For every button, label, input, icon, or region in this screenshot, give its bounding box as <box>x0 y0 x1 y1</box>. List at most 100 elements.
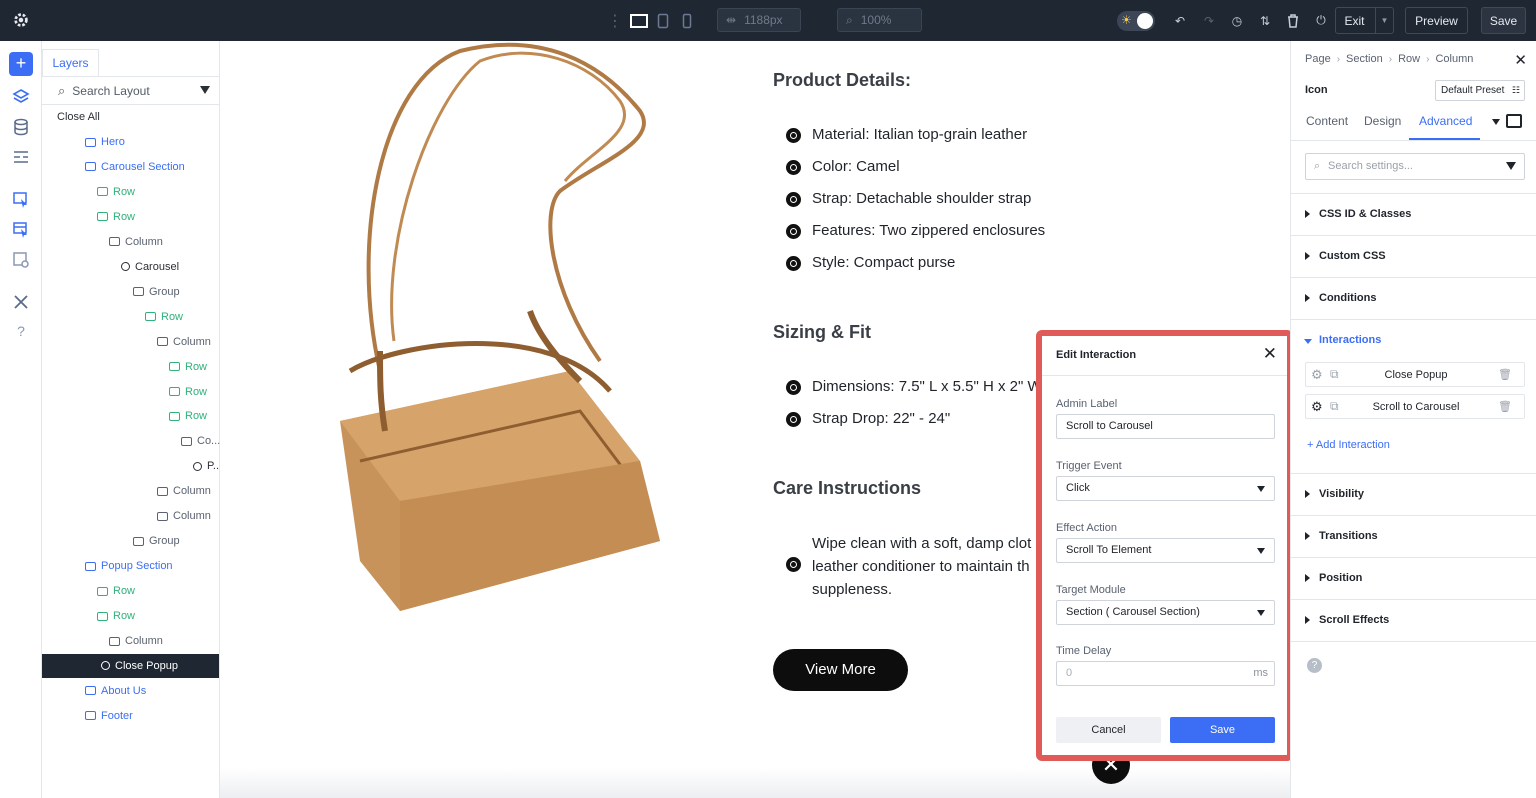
desktop-view-icon[interactable] <box>630 12 648 30</box>
breadcrumb-section[interactable]: Section <box>1346 53 1383 65</box>
accordion-position[interactable]: Position <box>1291 557 1536 599</box>
time-delay-input[interactable]: 0 ms <box>1056 661 1275 686</box>
accordion-custom-css[interactable]: Custom CSS <box>1291 235 1536 277</box>
layer-item-column[interactable]: Group <box>133 529 180 553</box>
zoom-field[interactable]: ⌕ 100% <box>837 8 922 32</box>
layer-item-section[interactable]: About Us <box>85 679 146 703</box>
layer-item-label: Row <box>161 310 184 323</box>
chevron-down-icon <box>1257 548 1265 554</box>
close-icon[interactable]: ✕ <box>1514 51 1527 69</box>
sort-arrows-icon[interactable]: ⇅ <box>1256 12 1274 30</box>
preview-button[interactable]: Preview <box>1405 7 1468 34</box>
redo-icon[interactable]: ↷ <box>1200 12 1218 30</box>
cancel-button[interactable]: Cancel <box>1056 717 1161 743</box>
layout-list-icon[interactable] <box>12 148 30 166</box>
tab-design[interactable]: Design <box>1364 114 1401 128</box>
layer-item-label: Row <box>185 385 208 398</box>
tabs-dropdown-icon[interactable] <box>1492 119 1500 125</box>
layer-item-module[interactable]: Close Popup <box>42 653 219 678</box>
layer-item-row[interactable]: Row <box>97 604 135 628</box>
layer-item-module[interactable]: Carousel <box>121 255 179 279</box>
phone-view-icon[interactable] <box>678 12 696 30</box>
module-settings-icon[interactable] <box>12 251 30 269</box>
power-icon[interactable]: ⏻ <box>1312 12 1330 30</box>
theme-toggle[interactable]: ☀ <box>1117 10 1155 31</box>
layers-tab[interactable]: Layers <box>42 49 99 76</box>
modal-header: Edit Interaction ✕ <box>1042 336 1287 376</box>
layer-item-row[interactable]: Row <box>169 355 207 379</box>
interaction-item[interactable]: ⚙ ⧉ Close Popup 🗑 <box>1305 362 1525 387</box>
layer-item-column[interactable]: Column <box>109 230 163 254</box>
effect-action-select[interactable]: Scroll To Element <box>1056 538 1275 563</box>
list-item: Dimensions: 7.5" L x 5.5" H x 2" W <box>786 378 1042 395</box>
trigger-event-select[interactable]: Click <box>1056 476 1275 501</box>
save-interaction-button[interactable]: Save <box>1170 717 1275 743</box>
drag-handle-icon[interactable]: ⋮ <box>607 12 623 30</box>
panel-toggle-icon[interactable] <box>1506 114 1522 128</box>
layer-item-row[interactable]: Row <box>169 380 207 404</box>
view-more-button[interactable]: View More <box>773 649 908 691</box>
layer-item-column[interactable]: Column <box>157 504 211 528</box>
tab-content[interactable]: Content <box>1306 114 1348 128</box>
layer-item-column[interactable]: Column <box>157 330 211 354</box>
layer-item-section[interactable]: Carousel Section <box>85 155 185 179</box>
add-interaction-button[interactable]: + Add Interaction <box>1307 439 1390 451</box>
canvas-width-field[interactable]: ⇹ 1188px <box>717 8 801 32</box>
accordion-css-id-classes[interactable]: CSS ID & Classes <box>1291 193 1536 235</box>
list-item: Strap: Detachable shoulder strap <box>786 190 1031 207</box>
interaction-item[interactable]: ⚙ ⧉ Scroll to Carousel 🗑 <box>1305 394 1525 419</box>
help-icon[interactable]: ? <box>1307 658 1322 673</box>
exit-dropdown-chevron-icon[interactable]: ▼ <box>1375 8 1393 33</box>
save-button[interactable]: Save <box>1481 7 1526 34</box>
accordion-visibility[interactable]: Visibility <box>1291 473 1536 515</box>
layout-cursor-icon[interactable] <box>12 221 30 239</box>
caret-icon <box>1305 252 1310 260</box>
trash-icon[interactable] <box>1284 12 1302 30</box>
filter-icon[interactable] <box>1506 162 1516 170</box>
layer-item-section[interactable]: Hero <box>85 130 125 154</box>
layer-item-row[interactable]: Row <box>169 404 207 428</box>
layer-item-row[interactable]: Row <box>97 205 135 229</box>
layer-item-module[interactable]: P... <box>193 454 222 478</box>
exit-button[interactable]: Exit ▼ <box>1335 7 1394 34</box>
cursor-select-icon[interactable] <box>12 191 30 209</box>
layer-item-column[interactable]: Column <box>109 629 163 653</box>
layer-item-section[interactable]: Footer <box>85 704 133 728</box>
layer-item-section[interactable]: Popup Section <box>85 554 173 578</box>
accordion-scroll-effects[interactable]: Scroll Effects <box>1291 599 1536 641</box>
history-icon[interactable]: ◷ <box>1228 12 1246 30</box>
breadcrumb-row[interactable]: Row <box>1398 53 1420 65</box>
layers-search-field[interactable]: ⌕ Search Layout <box>42 77 220 105</box>
accordion-conditions[interactable]: Conditions <box>1291 277 1536 319</box>
close-all-button[interactable]: Close All <box>57 111 100 123</box>
filter-icon[interactable] <box>200 86 210 94</box>
trigger-event-label: Trigger Event <box>1056 460 1122 472</box>
layers-stack-icon[interactable] <box>12 88 30 106</box>
tools-icon[interactable] <box>12 293 30 311</box>
tablet-view-icon[interactable] <box>654 12 672 30</box>
undo-icon[interactable]: ↶ <box>1171 12 1189 30</box>
trash-icon[interactable]: 🗑 <box>1498 368 1512 381</box>
layer-item-column[interactable]: Group <box>133 280 180 304</box>
close-icon[interactable]: ✕ <box>1263 344 1277 364</box>
settings-gear-icon[interactable] <box>12 11 30 29</box>
tab-advanced[interactable]: Advanced <box>1419 114 1472 128</box>
add-plus-icon[interactable]: + <box>9 52 33 76</box>
breadcrumb-column[interactable]: Column <box>1435 53 1473 65</box>
layer-item-column[interactable]: Column <box>157 479 211 503</box>
care-heading: Care Instructions <box>773 478 922 498</box>
target-module-value: Section ( Carousel Section) <box>1066 606 1200 618</box>
breadcrumb-page[interactable]: Page <box>1305 53 1331 65</box>
trash-icon[interactable]: 🗑 <box>1498 400 1512 413</box>
layer-item-row[interactable]: Row <box>145 305 183 329</box>
database-icon[interactable] <box>12 118 30 136</box>
layer-item-row[interactable]: Row <box>97 180 135 204</box>
preset-select[interactable]: Default Preset ☷ <box>1435 80 1525 101</box>
settings-search-input[interactable]: ⌕ Search settings... <box>1305 153 1525 180</box>
target-module-select[interactable]: Section ( Carousel Section) <box>1056 600 1275 625</box>
help-question-icon[interactable]: ? <box>12 323 30 341</box>
accordion-transitions[interactable]: Transitions <box>1291 515 1536 557</box>
layer-item-row[interactable]: Row <box>97 579 135 603</box>
admin-label-input[interactable]: Scroll to Carousel <box>1056 414 1275 439</box>
layer-item-column[interactable]: Co... <box>181 429 220 453</box>
